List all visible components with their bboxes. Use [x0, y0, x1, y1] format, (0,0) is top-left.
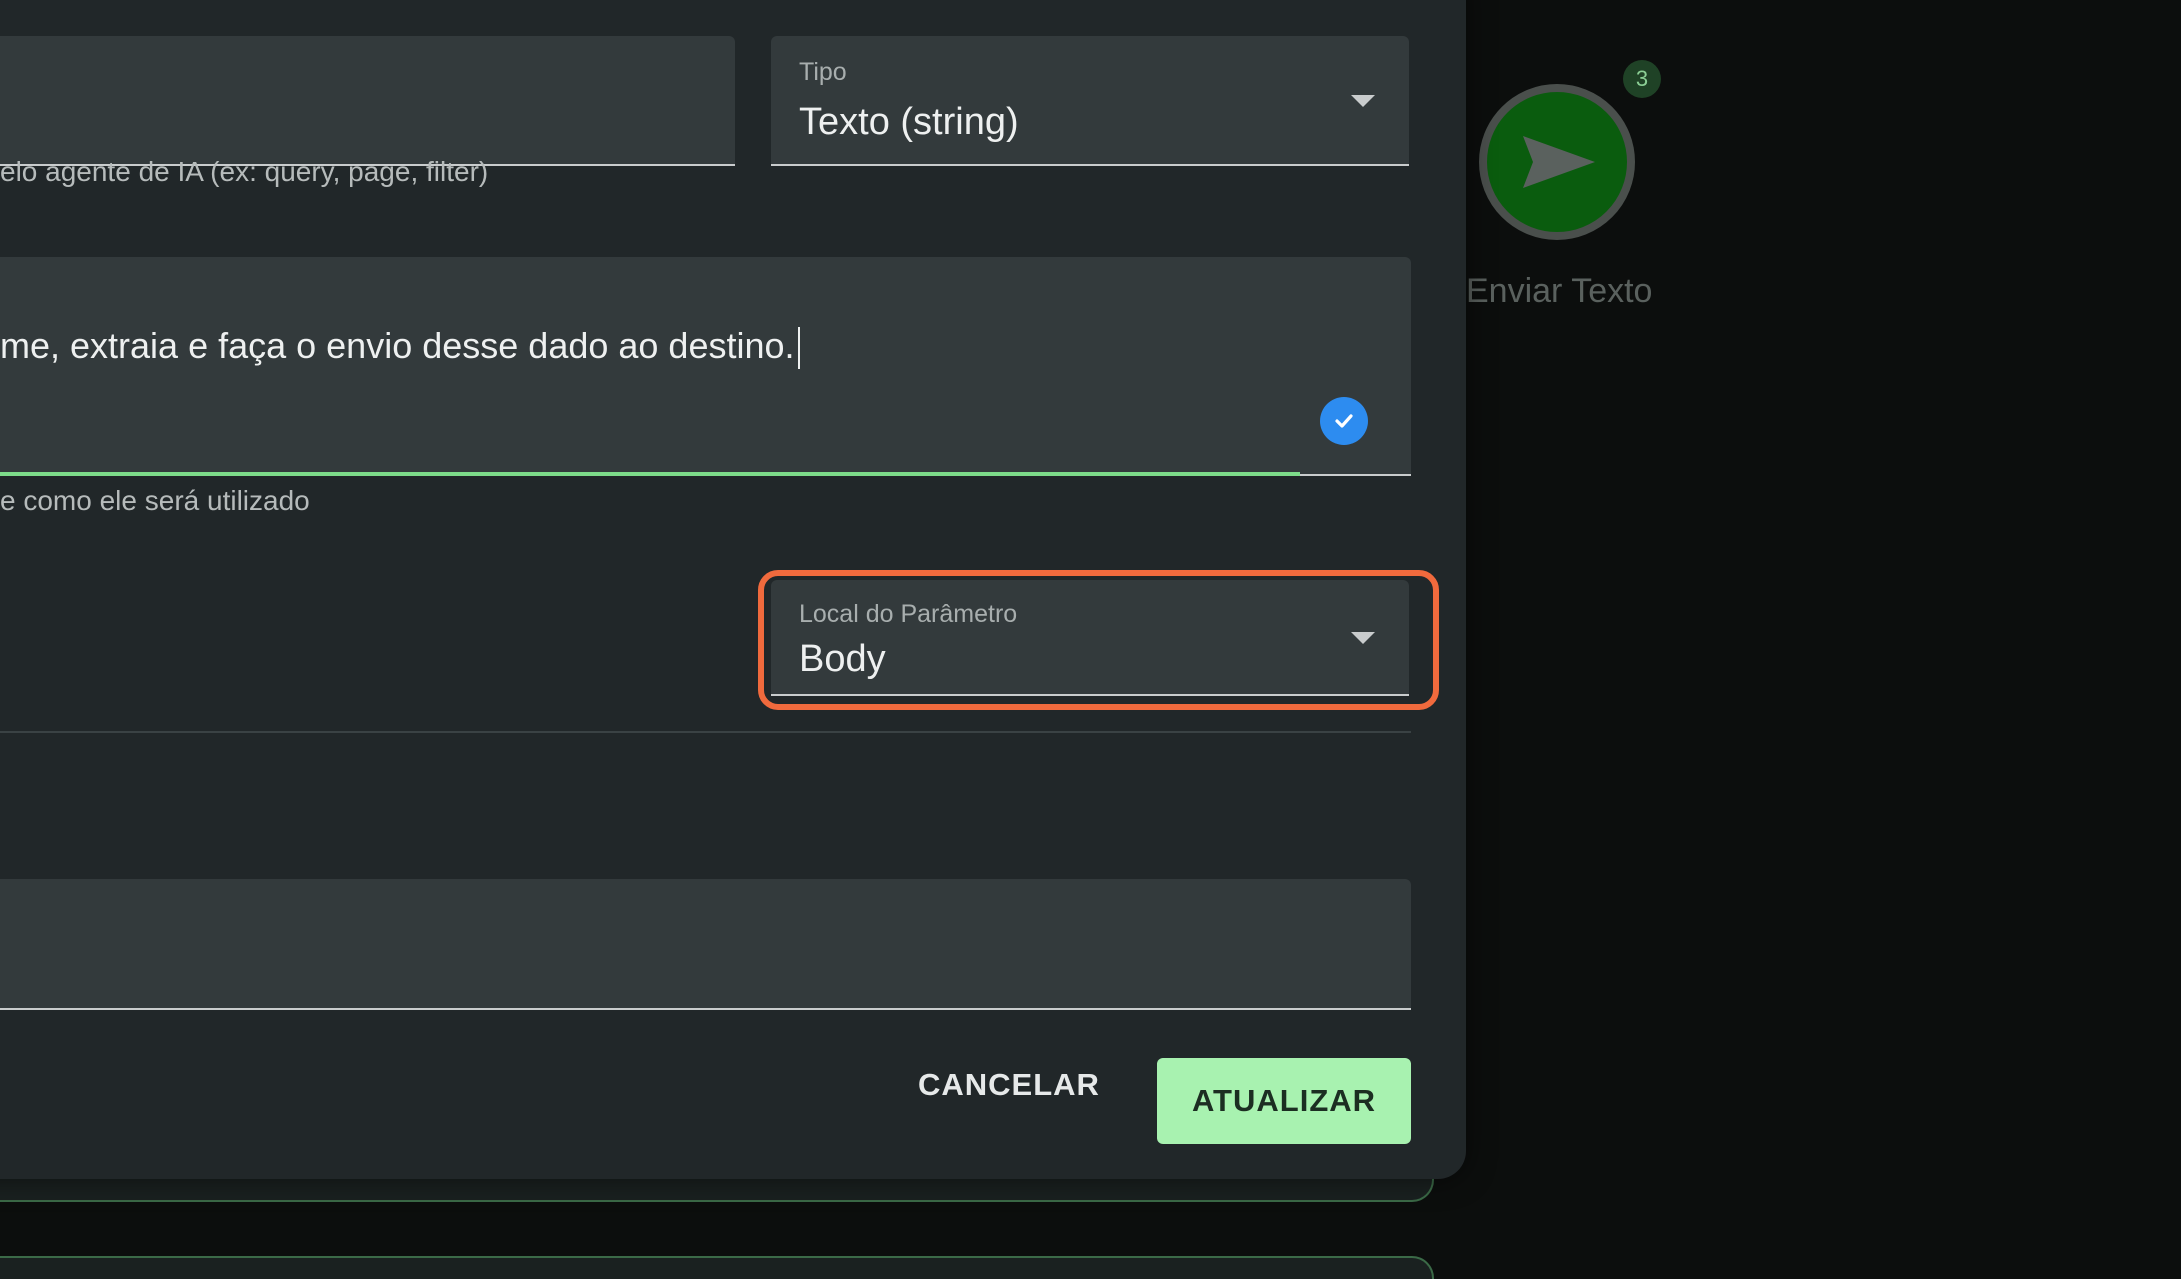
node-label: Enviar Texto: [1466, 272, 1653, 310]
type-select[interactable]: Tipo Texto (string): [771, 36, 1409, 166]
location-select-label: Local do Parâmetro: [799, 600, 1018, 628]
type-select-label: Tipo: [799, 58, 847, 86]
send-text-node[interactable]: [1479, 84, 1635, 240]
node-count-badge: 3: [1623, 60, 1661, 98]
location-select-value: Body: [799, 638, 886, 680]
chevron-down-icon: [1351, 95, 1375, 107]
description-textarea[interactable]: me, extraia e faça o envio desse dado ao…: [0, 257, 1411, 476]
location-select[interactable]: Local do Parâmetro Body: [771, 580, 1409, 696]
description-text: me, extraia e faça o envio desse dado ao…: [0, 325, 800, 370]
edit-parameter-dialog: Tipo Texto (string) elo agente de IA (ex…: [0, 0, 1466, 1179]
description-helper: e como ele será utilizado: [0, 485, 310, 516]
chevron-down-icon: [1351, 632, 1375, 644]
description-value: me, extraia e faça o envio desse dado ao…: [0, 325, 795, 366]
parameter-name-field[interactable]: [0, 36, 735, 166]
cancel-button[interactable]: CANCELAR: [912, 1055, 1102, 1115]
type-select-value: Texto (string): [799, 101, 1019, 143]
text-cursor: [797, 327, 800, 370]
background-field-top-edge: [0, 1256, 1434, 1279]
update-button[interactable]: ATUALIZAR: [1157, 1058, 1411, 1144]
focus-underline: [0, 472, 1300, 476]
parameter-name-helper: elo agente de IA (ex: query, page, filte…: [0, 156, 489, 187]
check-icon: [1320, 397, 1368, 445]
section-divider: [0, 731, 1411, 733]
additional-field[interactable]: [0, 879, 1411, 1010]
send-icon: [1523, 136, 1595, 188]
canvas: 3 Enviar Texto Tipo Texto (string) elo a…: [0, 0, 2181, 1279]
